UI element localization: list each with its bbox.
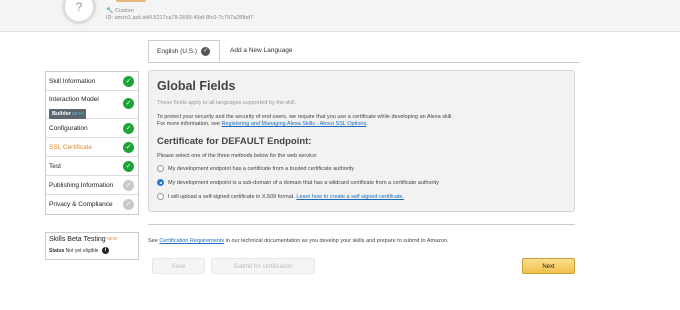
skill-header: ? 🔧 Custom ID: amzn1.ask.skill.5217ca78-2… [0,0,680,32]
skill-id-label: ID: [106,15,114,21]
beta-tag: BETA [71,111,84,116]
page-title: Global Fields [157,79,236,93]
sidebar-item-label: Publishing Information [49,182,114,189]
sidebar-item-label: Test [49,163,61,170]
check-circle-icon: ✓ [123,76,134,87]
sidebar-item-label: SSL Certificate [49,144,93,151]
sidebar-item-label: Privacy & Compliance [49,201,113,208]
skill-icon-placeholder: ? [62,0,96,24]
check-circle-icon: ✓ [123,199,134,210]
builder-badge[interactable]: BuilderBETA [49,109,87,119]
sidebar-item-publishing-information[interactable]: Publishing Information ✓ [46,176,138,195]
radio-button[interactable] [157,193,164,201]
beta-status: Status Not yet eligible i [49,247,135,254]
sidebar-item-skill-information[interactable]: Skill Information ✓ [46,72,138,91]
skill-type-label: Custom [115,8,134,14]
beta-status-label: Status [49,247,65,254]
beta-status-value: Not yet eligible [65,247,99,254]
sidebar-item-configuration[interactable]: Configuration ✓ [46,119,138,138]
security-notice-line: To protect your security and the securit… [157,114,453,120]
divider [148,224,575,225]
certificate-instruction: Please select one of the three methods b… [157,153,318,159]
certification-requirements-link[interactable]: Certification Requirements [159,238,224,244]
panel-subtitle: These fields apply to all languages supp… [157,100,297,106]
save-button[interactable]: Save [152,258,205,274]
global-fields-panel: Global Fields These fields apply to all … [148,70,575,212]
footnote-suffix: in our technical documentation as you de… [224,238,449,244]
cert-option-trusted[interactable]: My development endpoint has a certificat… [157,165,566,173]
self-signed-cert-link[interactable]: Learn how to create a self signed certif… [296,194,404,200]
tab-add-language[interactable]: Add a New Language [230,40,293,62]
beta-testing-title-text: Skills Beta Testing [49,236,106,243]
tab-divider [148,62,580,63]
security-notice-line: For more information, see Registering an… [157,121,566,128]
skill-sidebar: Skill Information ✓ Interaction Model Bu… [45,71,139,215]
next-button[interactable]: Next [522,258,575,274]
tab-english-us[interactable]: English (U.S.) ✓ [148,40,220,62]
cert-option-self-signed[interactable]: I will upload a self-signed certificate … [157,193,566,201]
builder-badge-label: Builder [52,111,71,117]
radio-button-selected[interactable] [157,179,164,187]
skill-type: 🔧 Custom [106,7,134,14]
new-tag: NEW [106,236,118,241]
wrench-icon: 🔧 [106,8,114,14]
beta-testing-title[interactable]: Skills Beta TestingNEW [49,236,135,243]
skill-id-value: amzn1.ask.skill.5217ca78-2699-49af-8fc0-… [114,15,254,21]
cert-option-label: I will upload a self-signed certificate … [168,194,297,200]
sidebar-item-ssl-certificate[interactable]: SSL Certificate ✓ [46,138,138,157]
check-circle-icon: ✓ [123,123,134,134]
check-circle-icon: ✓ [123,180,134,191]
check-circle-icon: ✓ [123,142,134,153]
cert-option-wildcard[interactable]: My development endpoint is a sub-domain … [157,179,566,187]
check-circle-icon: ✓ [123,98,134,109]
submit-for-certification-button[interactable]: Submit for certification [211,258,315,274]
security-notice-prefix: For more information, see [157,121,222,127]
check-circle-icon: ✓ [123,161,134,172]
tab-english-us-label: English (U.S.) [157,48,198,55]
sidebar-item-label: Configuration [49,125,88,132]
footnote-prefix: See [148,238,160,244]
sidebar-item-test[interactable]: Test ✓ [46,157,138,176]
certification-footnote: See Certification Requirements in our te… [148,238,449,244]
cert-option-label: My development endpoint is a sub-domain … [168,180,439,186]
sidebar-item-label: Skill Information [49,78,96,85]
sidebar-item-interaction-model[interactable]: Interaction Model BuilderBETA ✓ [46,91,138,119]
skill-name [116,0,146,2]
skill-id: ID: amzn1.ask.skill.5217ca78-2699-49af-8… [106,15,253,21]
skills-beta-testing-box: Skills Beta TestingNEW Status Not yet el… [45,232,139,260]
info-icon[interactable]: i [101,247,109,254]
radio-button[interactable] [157,165,164,173]
ssl-options-link[interactable]: Registering and Managing Alexa Skills - … [222,121,367,127]
security-notice: To protect your security and the securit… [157,114,566,128]
sidebar-item-privacy-compliance[interactable]: Privacy & Compliance ✓ [46,195,138,214]
check-circle-icon: ✓ [201,46,211,56]
certificate-heading: Certificate for DEFAULT Endpoint: [157,136,312,147]
security-notice-suffix: . [366,121,368,127]
cert-option-label: My development endpoint has a certificat… [168,166,355,172]
